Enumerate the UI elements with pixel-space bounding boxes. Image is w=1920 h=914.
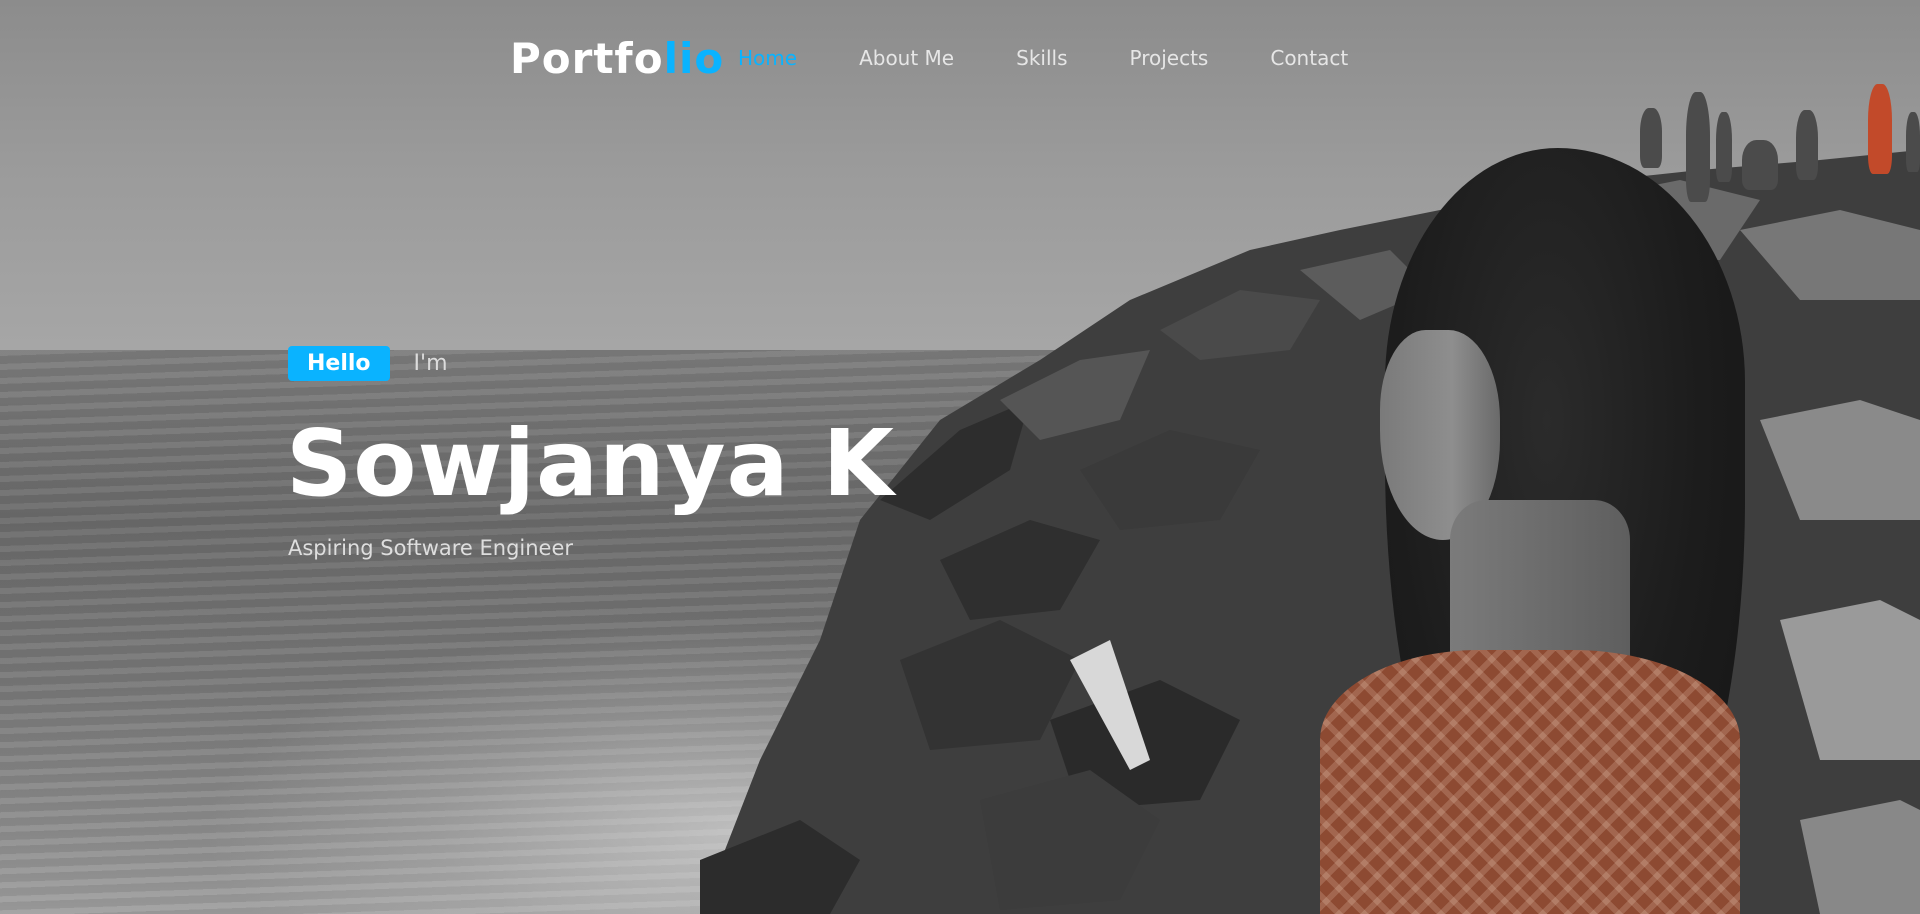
hello-badge: Hello <box>288 346 390 381</box>
nav-link-projects[interactable]: Projects <box>1130 46 1209 70</box>
nav-link-about-me[interactable]: About Me <box>859 46 954 70</box>
site-logo[interactable]: Portfolio <box>510 34 724 83</box>
hero-section: Portfolio Home About Me Skills Projects … <box>0 0 1920 914</box>
top-nav: Portfolio Home About Me Skills Projects … <box>0 0 1920 120</box>
nav-links: Home About Me Skills Projects Contact <box>738 46 1410 70</box>
greeting-row: Hello I'm <box>288 346 448 381</box>
hero-tagline: Aspiring Software Engineer <box>288 536 574 560</box>
nav-link-contact[interactable]: Contact <box>1270 46 1348 70</box>
greeting-text: I'm <box>413 351 448 376</box>
hero-name: Sowjanya K <box>286 410 895 517</box>
logo-main-text: Portfo <box>510 34 664 83</box>
logo-accent-text: lio <box>663 34 725 83</box>
person-shirt <box>1320 650 1740 914</box>
nav-link-home[interactable]: Home <box>738 46 797 70</box>
nav-link-skills[interactable]: Skills <box>1016 46 1067 70</box>
